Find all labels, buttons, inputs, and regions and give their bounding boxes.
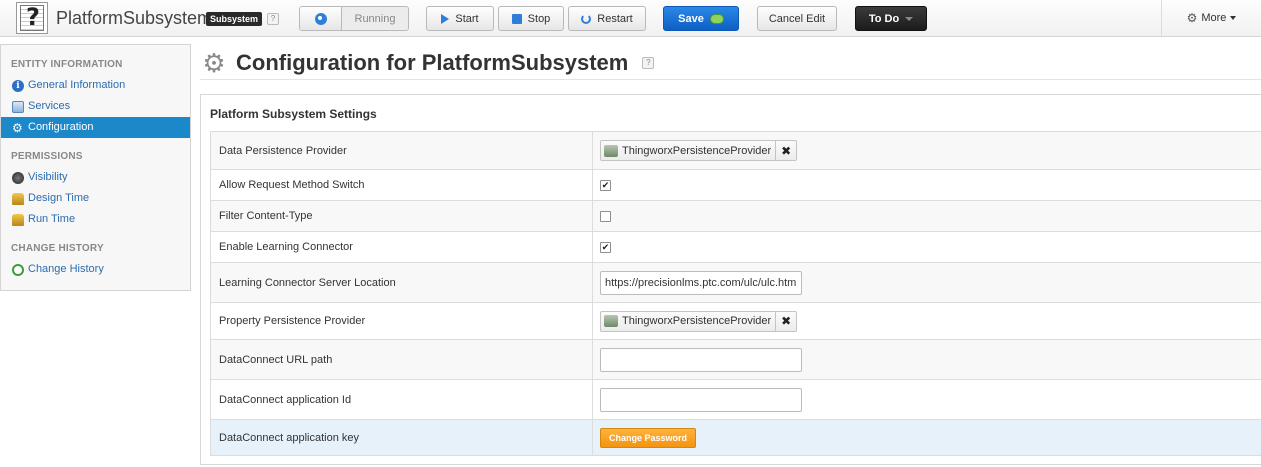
sidebar-section-permissions: PERMISSIONS — [11, 151, 83, 162]
cancel-edit-button[interactable]: Cancel Edit — [757, 6, 837, 31]
stop-icon — [511, 13, 522, 24]
change-password-button[interactable]: Change Password — [600, 427, 697, 448]
filter-content-type-checkbox[interactable] — [600, 210, 611, 222]
sidebar-item-change-history[interactable]: Change History — [1, 259, 190, 280]
history-icon — [12, 263, 24, 276]
chip-text: ThingworxPersistenceProvider — [622, 144, 772, 157]
chevron-down-icon — [905, 16, 914, 21]
table-row: Allow Request Method Switch ✔ — [211, 170, 1261, 201]
setting-label: Data Persistence Provider — [211, 132, 593, 169]
table-row: Learning Connector Server Location — [211, 263, 1261, 303]
table-row: DataConnect application key Change Passw… — [211, 420, 1261, 456]
setting-label: Enable Learning Connector — [211, 232, 593, 262]
save-button[interactable]: Save — [663, 6, 739, 31]
table-row: Filter Content-Type — [211, 201, 1261, 232]
setting-label: Filter Content-Type — [211, 201, 593, 231]
gear-icon: ⚙ — [12, 120, 23, 135]
dataconnect-application-id-input[interactable] — [600, 387, 802, 412]
setting-label: DataConnect application key — [211, 420, 593, 455]
sidebar-item-services[interactable]: Services — [1, 96, 190, 117]
settings-panel: Platform Subsystem Settings Data Persist… — [200, 94, 1261, 465]
data-persistence-provider-chip[interactable]: ThingworxPersistenceProvider ✖ — [600, 140, 798, 161]
sidebar-item-label: Visibility — [28, 171, 68, 183]
people-icon — [12, 213, 24, 226]
running-status-group: Running — [299, 6, 409, 31]
table-row: DataConnect URL path — [211, 340, 1261, 380]
dataconnect-url-path-input[interactable] — [600, 347, 802, 372]
todo-button[interactable]: To Do — [855, 6, 927, 31]
more-menu[interactable]: ⚙ More — [1161, 0, 1261, 36]
setting-label: DataConnect application Id — [211, 380, 593, 419]
help-icon[interactable]: ? — [642, 56, 655, 69]
database-icon — [604, 315, 618, 327]
sidebar-item-label: Change History — [28, 263, 104, 275]
play-icon — [441, 13, 450, 24]
cancel-edit-label: Cancel Edit — [768, 12, 826, 25]
table-row: Data Persistence Provider ThingworxPersi… — [211, 132, 1261, 170]
services-icon — [12, 100, 24, 113]
type-badge: Subsystem — [206, 12, 263, 26]
info-icon: i — [12, 79, 24, 92]
settings-table: Data Persistence Provider ThingworxPersi… — [210, 131, 1261, 456]
gear-icon: ⚙ — [202, 47, 226, 78]
remove-icon[interactable]: ✖ — [775, 311, 796, 331]
sidebar-item-label: General Information — [28, 79, 126, 91]
sidebar-item-label: Design Time — [28, 192, 90, 204]
learning-connector-server-location-input[interactable] — [600, 270, 802, 295]
stop-button[interactable]: Stop — [498, 6, 564, 31]
restart-label: Restart — [597, 12, 633, 25]
table-row: DataConnect application Id — [211, 380, 1261, 420]
setting-label: Property Persistence Provider — [211, 303, 593, 339]
top-toolbar: ? PlatformSubsystem Subsystem ? Running … — [0, 0, 1261, 37]
more-label: More — [1201, 12, 1227, 24]
sidebar-item-label: Services — [28, 100, 71, 112]
restart-icon — [581, 13, 592, 24]
restart-button[interactable]: Restart — [568, 6, 646, 31]
comment-icon[interactable] — [709, 13, 724, 24]
page-title: Configuration for PlatformSubsystem — [236, 49, 629, 75]
setting-label: Learning Connector Server Location — [211, 263, 593, 302]
sidebar-item-design-time[interactable]: Design Time — [1, 188, 190, 209]
sidebar-item-label: Configuration — [28, 121, 94, 133]
sidebar-item-visibility[interactable]: Visibility — [1, 167, 190, 188]
allow-request-method-switch-checkbox[interactable]: ✔ — [600, 179, 611, 191]
sidebar-item-label: Run Time — [28, 213, 76, 225]
chevron-down-icon — [1230, 16, 1237, 20]
property-persistence-provider-chip[interactable]: ThingworxPersistenceProvider ✖ — [600, 310, 798, 332]
setting-label: DataConnect URL path — [211, 340, 593, 379]
setting-label: Allow Request Method Switch — [211, 170, 593, 200]
visibility-icon — [12, 171, 24, 184]
sidebar-section-change-history: CHANGE HISTORY — [11, 243, 104, 254]
sidebar: ENTITY INFORMATION i General Information… — [0, 44, 191, 291]
help-icon[interactable]: ? — [267, 13, 279, 25]
refresh-button[interactable] — [300, 7, 342, 30]
table-row: Enable Learning Connector ✔ — [211, 232, 1261, 263]
gear-icon: ⚙ — [1186, 11, 1198, 25]
start-button[interactable]: Start — [426, 6, 494, 31]
start-label: Start — [455, 12, 479, 25]
sidebar-item-configuration[interactable]: ⚙ Configuration — [1, 117, 190, 138]
people-icon — [12, 192, 24, 205]
chip-text: ThingworxPersistenceProvider — [622, 315, 772, 327]
sidebar-item-general-information[interactable]: i General Information — [1, 75, 190, 96]
stop-label: Stop — [527, 12, 551, 25]
database-icon — [604, 144, 618, 157]
page-header: ⚙ Configuration for PlatformSubsystem ? — [200, 46, 1261, 80]
entity-title: PlatformSubsystem — [56, 8, 213, 28]
sidebar-item-run-time[interactable]: Run Time — [1, 209, 190, 230]
remove-icon[interactable]: ✖ — [775, 141, 796, 160]
sidebar-section-entity-information: ENTITY INFORMATION — [11, 59, 123, 70]
subsystem-icon: ? — [16, 2, 48, 34]
running-status: Running — [342, 7, 408, 30]
save-label: Save — [678, 12, 704, 25]
enable-learning-connector-checkbox[interactable]: ✔ — [600, 241, 611, 253]
refresh-icon — [314, 12, 327, 25]
table-row: Property Persistence Provider ThingworxP… — [211, 303, 1261, 340]
todo-label: To Do — [868, 12, 900, 25]
panel-title: Platform Subsystem Settings — [210, 107, 377, 121]
